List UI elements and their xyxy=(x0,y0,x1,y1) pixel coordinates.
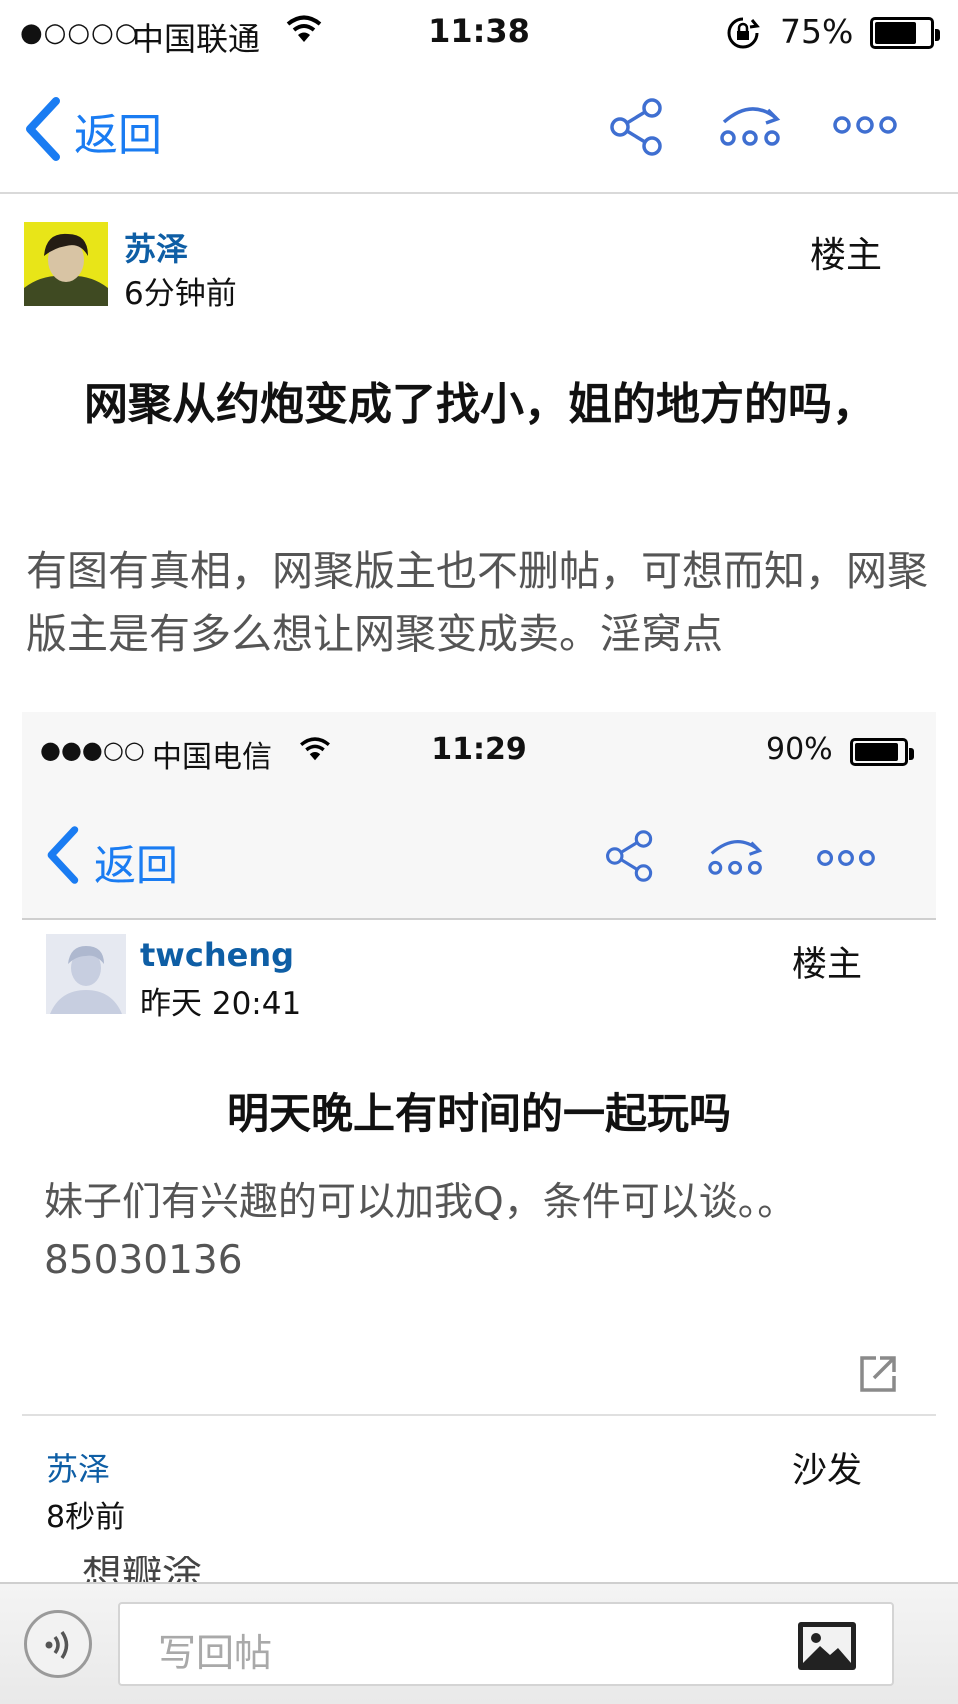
rotation-lock-icon xyxy=(726,16,760,54)
floor-label: 楼主 xyxy=(810,235,883,276)
status-bar: ●○○○○ 中国联通 11:38 75% xyxy=(0,0,958,68)
reply-toolbar: 写回帖 xyxy=(0,1582,958,1704)
embedded-author: twcheng xyxy=(140,936,294,974)
reply-input[interactable]: 写回帖 xyxy=(118,1602,894,1686)
more-icon[interactable] xyxy=(832,112,898,142)
embedded-reply-floor: 沙发 xyxy=(792,1451,863,1491)
back-button[interactable]: 返回 xyxy=(22,96,162,166)
post-body: 有图有真相，网聚版主也不删帖，可想而知，网聚版主是有多么想让网聚变成卖。淫窝点 xyxy=(26,547,928,658)
embedded-battery-percent: 90% xyxy=(766,732,833,767)
battery-percent: 75% xyxy=(780,12,854,51)
battery-icon xyxy=(850,738,914,766)
reply-all-icon[interactable] xyxy=(718,96,784,160)
back-label: 返回 xyxy=(74,110,162,161)
embedded-post-title: 明天晚上有时间的一起玩吗 xyxy=(226,1089,731,1138)
voice-icon xyxy=(41,1627,77,1667)
embedded-post-body: 妹子们有兴趣的可以加我Q，条件可以谈。。85030136 xyxy=(44,1180,797,1283)
voice-button[interactable] xyxy=(24,1610,92,1678)
chevron-left-icon xyxy=(44,826,80,888)
embedded-avatar xyxy=(46,934,126,1014)
embedded-nav-bar: 返回 xyxy=(22,796,936,920)
reply-all-icon xyxy=(706,830,766,888)
open-external-icon xyxy=(858,1354,898,1398)
embedded-post-time: 昨天 20:41 xyxy=(140,986,302,1022)
image-icon[interactable] xyxy=(796,1620,858,1676)
share-icon xyxy=(604,830,656,886)
nav-bar: 返回 xyxy=(0,68,958,194)
author-name[interactable]: 苏泽 xyxy=(124,224,188,270)
post-time: 6分钟前 xyxy=(124,276,237,312)
embedded-status-bar: ●●●○○ 中国电信 11:29 90% xyxy=(22,712,936,796)
embedded-reply-author: 苏泽 xyxy=(46,1450,111,1488)
embedded-screenshot[interactable]: ●●●○○ 中国电信 11:29 90% 返回 twcheng 昨天 20:41… xyxy=(22,712,936,1582)
reply-placeholder: 写回帖 xyxy=(158,1631,273,1675)
author-avatar[interactable] xyxy=(24,222,108,306)
share-icon[interactable] xyxy=(608,98,666,160)
more-icon xyxy=(816,846,876,874)
post-title: 网聚从约炮变成了找小，姐的地方的吗， xyxy=(84,379,876,430)
embedded-back-label: 返回 xyxy=(94,841,179,890)
embedded-reply-time: 8秒前 xyxy=(46,1500,126,1535)
embedded-reply-text: 想瓣涂 xyxy=(82,1556,202,1582)
embedded-divider xyxy=(22,1414,936,1416)
battery-icon xyxy=(870,17,940,49)
embedded-floor: 楼主 xyxy=(792,945,863,985)
chevron-left-icon xyxy=(22,97,62,165)
